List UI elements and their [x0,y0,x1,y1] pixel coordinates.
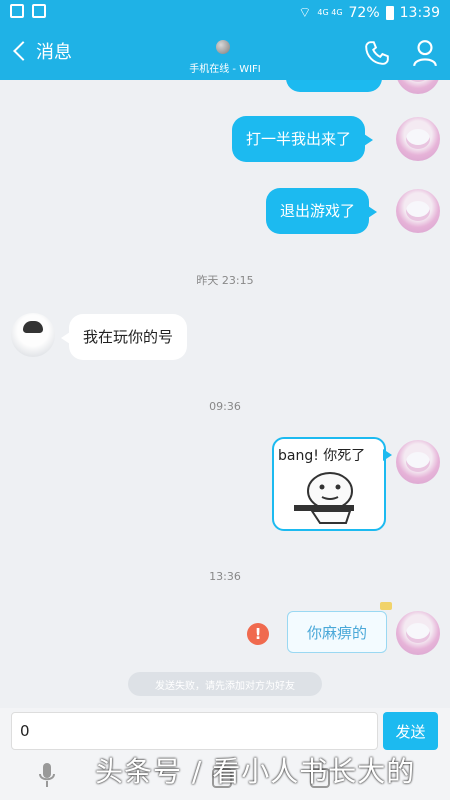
chevron-left-icon [13,41,33,61]
timestamp: 昨天 23:15 [196,274,254,287]
message-bubble[interactable]: 我在玩你的号 [61,314,188,360]
profile-icon[interactable] [412,39,438,67]
phone-icon[interactable] [364,40,390,66]
system-notice: 发送失败，请先添加对方为好友 [128,672,322,696]
crown-icon [380,602,392,610]
message-bubble[interactable]: 退出游戏了 [266,188,378,234]
message-text: 打一半我出来了 [246,130,352,148]
message-bubble-fancy[interactable]: 你麻痹的 [287,602,392,653]
battery-percent: 72% [348,5,380,21]
avatar[interactable] [396,80,440,94]
clock: 13:39 [399,5,440,21]
bubble-tail [364,134,374,146]
sticker-face-icon [294,472,354,524]
avatar[interactable] [396,611,440,655]
chat-area[interactable]: 打一半我出来了 退出游戏了 昨天 23:15 我在玩你的号 09:36 bang… [0,80,450,708]
message-text: 我在玩你的号 [83,328,174,346]
timestamp: 09:36 [209,400,241,413]
send-button[interactable]: 发送 [383,712,438,750]
watermark: 头条号 / 看小人书长大的 [95,755,416,788]
avatar[interactable] [396,117,440,161]
mic-icon[interactable] [38,761,56,789]
chat-header: 消息 手机在线 - WIFI [0,26,450,80]
message-text: 你麻痹的 [306,623,367,642]
bubble-tail [368,206,378,218]
wifi-icon: ⌔ [298,5,312,21]
avatar[interactable] [396,189,440,233]
status-bar: ⌔ 4G 4G 72% 13:39 [0,0,450,26]
avatar-contact[interactable] [11,313,55,357]
network-indicator: 4G 4G [317,8,343,17]
message-bubble[interactable]: 打一半我出来了 [232,116,374,162]
bubble-tail [383,449,392,461]
sticker-caption: bang! 你死了 [278,448,366,464]
battery-icon [385,6,394,20]
online-status-icon [216,40,230,54]
gallery-notification-icon [32,4,46,18]
avatar[interactable] [396,440,440,484]
message-input[interactable] [11,712,378,750]
bubble-tail [61,332,70,344]
send-failed-icon[interactable]: ! [247,623,269,645]
timestamp: 13:36 [209,570,241,583]
message-bubble-partial[interactable] [286,80,382,92]
message-notification-icon [10,4,24,18]
sticker-message[interactable]: bang! 你死了 [272,437,392,531]
message-text: 退出游戏了 [280,202,356,220]
